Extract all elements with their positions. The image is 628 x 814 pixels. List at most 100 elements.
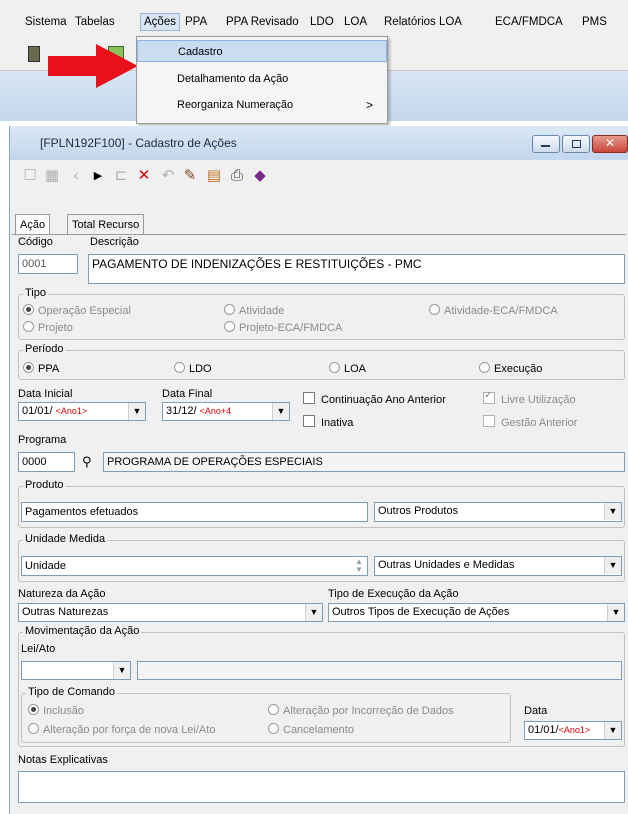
menu-sistema[interactable]: Sistema [25, 16, 67, 28]
play-icon[interactable]: ▶ [90, 168, 106, 184]
chevron-down-icon[interactable]: ▼ [604, 503, 621, 520]
produto-tipo-combo[interactable]: Outros Produtos ▼ [374, 502, 622, 522]
radio-atividade[interactable]: Atividade [224, 304, 284, 317]
grid-icon[interactable]: ▦ [44, 168, 60, 184]
notas-field[interactable] [18, 771, 625, 803]
menu-ppa[interactable]: PPA [185, 16, 207, 28]
periodo-group: Período PPA LDO LOA Execução [18, 343, 625, 380]
chevron-down-icon[interactable]: ▼ [305, 604, 322, 621]
radio-ppa[interactable]: PPA [23, 362, 59, 375]
programa-nome-field: PROGRAMA DE OPERAÇÕES ESPECIAIS [103, 452, 625, 472]
tipo-comando-group: Tipo de Comando Inclusão Alteração por I… [21, 686, 511, 743]
radio-ldo[interactable]: LDO [174, 362, 212, 375]
checkbox-icon [303, 392, 315, 404]
edit-icon[interactable]: ⊏ [113, 168, 129, 184]
binoculars-icon[interactable]: ⚲ [82, 454, 92, 470]
checkbox-label: Continuação Ano Anterior [321, 394, 446, 406]
unidade-tipo-combo[interactable]: Outras Unidades e Medidas ▼ [374, 556, 622, 576]
checkbox-icon [483, 415, 495, 427]
menu-loa[interactable]: LOA [344, 16, 367, 28]
checkbox-label: Livre Utilização [501, 394, 576, 406]
codigo-label: Código [18, 236, 53, 248]
previous-icon[interactable]: ‹ [68, 168, 84, 184]
radio-label: Atividade-ECA/FMDCA [444, 305, 558, 317]
gestao-anterior-checkbox[interactable]: Gestão Anterior [483, 415, 577, 429]
combo-value: Outras Unidades e Medidas [378, 559, 515, 571]
radio-operacao-especial[interactable]: Operação Especial [23, 304, 131, 317]
radio-cancelamento[interactable]: Cancelamento [268, 723, 354, 736]
tab-total-recurso[interactable]: Total Recurso [67, 214, 145, 234]
chevron-down-icon[interactable]: ▼ [272, 403, 289, 420]
radio-label: Inclusão [43, 705, 84, 717]
descricao-field[interactable]: PAGAMENTO DE INDENIZAÇÕES E RESTITUIÇÕES… [88, 254, 625, 284]
radio-alteracao-incorrecao[interactable]: Alteração por Incorreção de Dados [268, 704, 454, 717]
chevron-down-icon[interactable]: ▼ [604, 557, 621, 574]
unidade-field[interactable]: Unidade [21, 556, 368, 576]
menu-ldo[interactable]: LDO [310, 16, 334, 28]
radio-inclusao[interactable]: Inclusão [28, 704, 84, 717]
radio-projeto[interactable]: Projeto [23, 321, 73, 334]
codigo-field[interactable]: 0001 [18, 254, 78, 274]
livre-utilizacao-checkbox[interactable]: Livre Utilização [483, 390, 576, 406]
menu-pms[interactable]: PMS [582, 16, 607, 28]
data-final-combo[interactable]: 31/12/ <Ano+4 ▼ [162, 402, 290, 421]
unidade-title: Unidade Medida [23, 533, 108, 545]
radio-icon [224, 321, 235, 332]
menu-item-label: Detalhamento da Ação [177, 73, 289, 85]
chevron-down-icon[interactable]: ▼ [113, 662, 130, 679]
radio-atividade-eca[interactable]: Atividade-ECA/FMDCA [429, 304, 558, 317]
radio-projeto-eca[interactable]: Projeto-ECA/FMDCA [224, 321, 342, 334]
lei-ato-label: Lei/Ato [21, 643, 56, 655]
tipo-execucao-combo[interactable]: Outros Tipos de Execução de Ações ▼ [328, 603, 625, 622]
programa-codigo-field[interactable]: 0000 [18, 452, 75, 472]
menu-acoes[interactable]: Ações [140, 13, 180, 31]
year-tag: <Ano1> [55, 406, 88, 416]
radio-icon [28, 704, 39, 715]
menu-item-cadastro[interactable]: Cadastro [137, 40, 387, 62]
menu-ppa-revisado[interactable]: PPA Revisado [226, 16, 299, 28]
window-titlebar[interactable]: [FPLN192F100] - Cadastro de Ações ✕ [10, 126, 628, 160]
inativa-checkbox[interactable]: Inativa [303, 415, 353, 429]
menu-item-detalhamento[interactable]: Detalhamento da Ação [137, 68, 387, 90]
delete-icon[interactable]: ✕ [136, 168, 152, 184]
calculator-icon[interactable] [28, 46, 40, 62]
radio-icon [174, 362, 185, 373]
undo-icon[interactable]: ↶ [160, 168, 176, 184]
brush-icon[interactable]: ✎ [182, 168, 198, 184]
produto-title: Produto [23, 479, 66, 491]
radio-execucao[interactable]: Execução [479, 362, 542, 375]
red-arrow-annotation [48, 44, 138, 88]
chevron-down-icon[interactable]: ▼ [607, 604, 624, 621]
natureza-combo[interactable]: Outras Naturezas ▼ [18, 603, 323, 622]
date-text: 01/01/ [528, 724, 559, 736]
export-icon[interactable]: ▤ [206, 168, 222, 184]
radio-alteracao-nova-lei[interactable]: Alteração por força de nova Lei/Ato [28, 723, 215, 736]
tab-acao[interactable]: Ação [15, 214, 51, 235]
chevron-down-icon[interactable]: ▼ [128, 403, 145, 420]
data-combo[interactable]: 01/01/<Ano1> ▼ [524, 721, 622, 740]
book-icon[interactable]: ◆ [252, 168, 268, 184]
maximize-icon [572, 140, 581, 148]
menu-item-reorganiza[interactable]: Reorganiza Numeração > [137, 94, 387, 116]
minimize-button[interactable] [532, 135, 560, 153]
menu-relatorios-loa[interactable]: Relatórios LOA [384, 16, 462, 28]
radio-icon [329, 362, 340, 373]
data-inicial-combo[interactable]: 01/01/ <Ano1> ▼ [18, 402, 146, 421]
movimentacao-group: Movimentação da Ação Lei/Ato ▼ Tipo de C… [18, 625, 625, 747]
menu-eca-fmdca[interactable]: ECA/FMDCA [495, 16, 563, 28]
print-icon[interactable]: ⎙ [229, 168, 245, 184]
radio-loa[interactable]: LOA [329, 362, 366, 375]
radio-label: Execução [494, 363, 543, 375]
maximize-button[interactable] [562, 135, 590, 153]
chevron-down-icon[interactable]: ▼ [604, 722, 621, 739]
menu-tabelas[interactable]: Tabelas [75, 16, 115, 28]
close-button[interactable]: ✕ [592, 135, 628, 153]
spin-icon[interactable]: ▲ ▼ [355, 558, 363, 574]
new-icon[interactable]: ☐ [22, 168, 38, 184]
lei-ato-combo[interactable]: ▼ [21, 661, 131, 680]
continuacao-checkbox[interactable]: Continuação Ano Anterior [303, 392, 446, 406]
tipo-execucao-label: Tipo de Execução da Ação [328, 588, 459, 600]
produto-field[interactable]: Pagamentos efetuados [21, 502, 368, 522]
combo-value: Outras Naturezas [22, 606, 109, 618]
radio-label: Projeto-ECA/FMDCA [239, 322, 343, 334]
